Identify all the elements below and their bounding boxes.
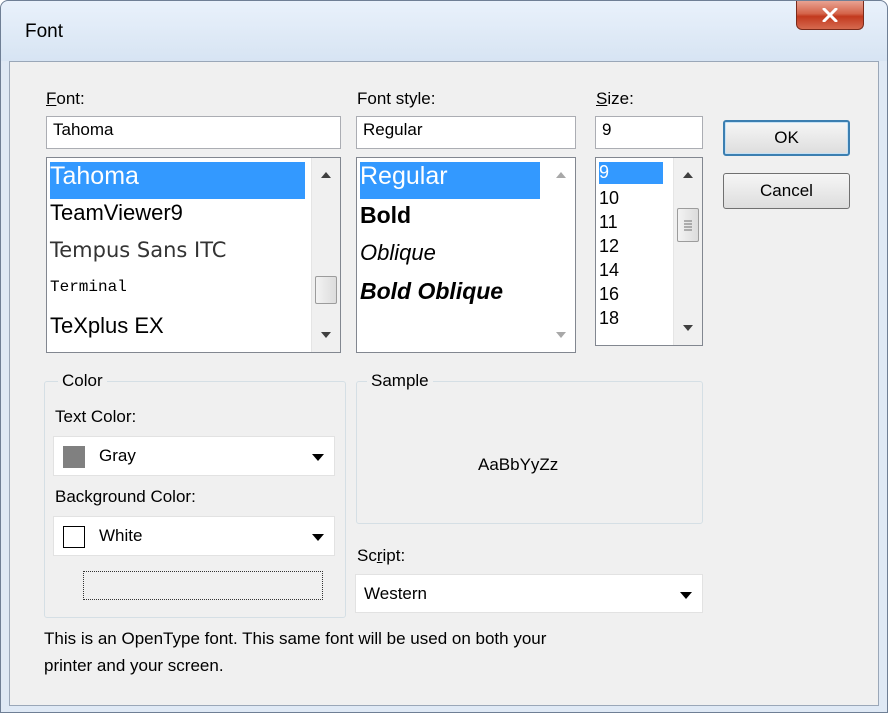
script-value: Western	[364, 584, 427, 603]
font-list-scrollbar[interactable]	[311, 158, 340, 352]
sample-preview-text: AaBbYyZz	[478, 455, 559, 474]
list-item[interactable]: Terminal	[50, 278, 127, 296]
script-select[interactable]: Western	[355, 574, 703, 613]
focus-placeholder-button[interactable]	[83, 571, 323, 600]
dropdown-arrow-icon[interactable]	[680, 592, 692, 599]
text-color-label: Text Color:	[55, 407, 137, 426]
ok-button[interactable]: OK	[723, 120, 850, 156]
font-description-line1: This is an OpenType font. This same font…	[44, 629, 547, 648]
font-input[interactable]: Tahoma	[46, 116, 341, 149]
font-style-label: Font style:	[357, 89, 436, 108]
list-item[interactable]: Bold Oblique	[360, 278, 503, 305]
chevron-up-icon[interactable]	[683, 172, 693, 178]
sample-groupbox	[356, 381, 703, 524]
size-list[interactable]: 9 10 11 12 14 16 18	[595, 157, 703, 346]
font-style-list[interactable]: Regular Bold Oblique Bold Oblique	[356, 157, 576, 353]
window-title: Font	[25, 21, 64, 42]
color-swatch	[63, 526, 85, 548]
list-item[interactable]: TeamViewer9	[50, 200, 183, 226]
list-item[interactable]: 14	[599, 260, 619, 281]
list-item[interactable]: Regular	[360, 162, 540, 199]
list-item[interactable]: Bold	[360, 202, 411, 229]
cancel-button[interactable]: Cancel	[723, 173, 850, 209]
chevron-up-icon[interactable]	[556, 172, 566, 178]
close-icon	[822, 8, 838, 22]
list-item[interactable]: 16	[599, 284, 619, 305]
font-list[interactable]: Tahoma TeamViewer9 Tempus Sans ITC Termi…	[46, 157, 341, 353]
color-group-title: Color	[58, 371, 107, 391]
chevron-up-icon[interactable]	[321, 172, 331, 178]
text-color-value: Gray	[99, 446, 136, 465]
scroll-thumb[interactable]	[315, 276, 337, 304]
font-label: Font:	[46, 89, 85, 108]
list-item[interactable]: 18	[599, 308, 619, 329]
dropdown-arrow-icon[interactable]	[312, 534, 324, 541]
chevron-down-icon[interactable]	[556, 332, 566, 338]
dropdown-arrow-icon[interactable]	[312, 454, 324, 461]
background-color-select[interactable]: White	[53, 516, 335, 556]
text-color-select[interactable]: Gray	[53, 436, 335, 476]
chevron-down-icon[interactable]	[683, 325, 693, 331]
size-input[interactable]: 9	[595, 116, 703, 149]
background-color-value: White	[99, 526, 143, 545]
font-description-line2: printer and your screen.	[44, 656, 224, 675]
list-item[interactable]: Tempus Sans ITC	[50, 238, 226, 262]
title-bar	[1, 1, 887, 61]
font-style-list-scrollbar[interactable]	[547, 158, 575, 352]
scroll-thumb[interactable]	[677, 208, 699, 242]
color-swatch	[63, 446, 85, 468]
list-item[interactable]: 10	[599, 188, 619, 209]
grip-icon	[684, 220, 692, 231]
list-item[interactable]: 9	[599, 162, 663, 184]
list-item[interactable]: TeXplus EX	[50, 313, 164, 339]
chevron-down-icon[interactable]	[321, 332, 331, 338]
list-item[interactable]: Oblique	[360, 240, 436, 266]
background-color-label: Background Color:	[55, 487, 196, 506]
script-label: Script:	[357, 546, 406, 565]
list-item[interactable]: 12	[599, 236, 619, 257]
size-label: Size:	[596, 89, 634, 108]
size-list-scrollbar[interactable]	[673, 158, 702, 345]
sample-group-title: Sample	[367, 371, 433, 391]
list-item[interactable]: Tahoma	[50, 162, 305, 199]
font-style-input[interactable]: Regular	[356, 116, 576, 149]
close-button[interactable]	[796, 1, 864, 30]
list-item[interactable]: 11	[599, 212, 618, 233]
